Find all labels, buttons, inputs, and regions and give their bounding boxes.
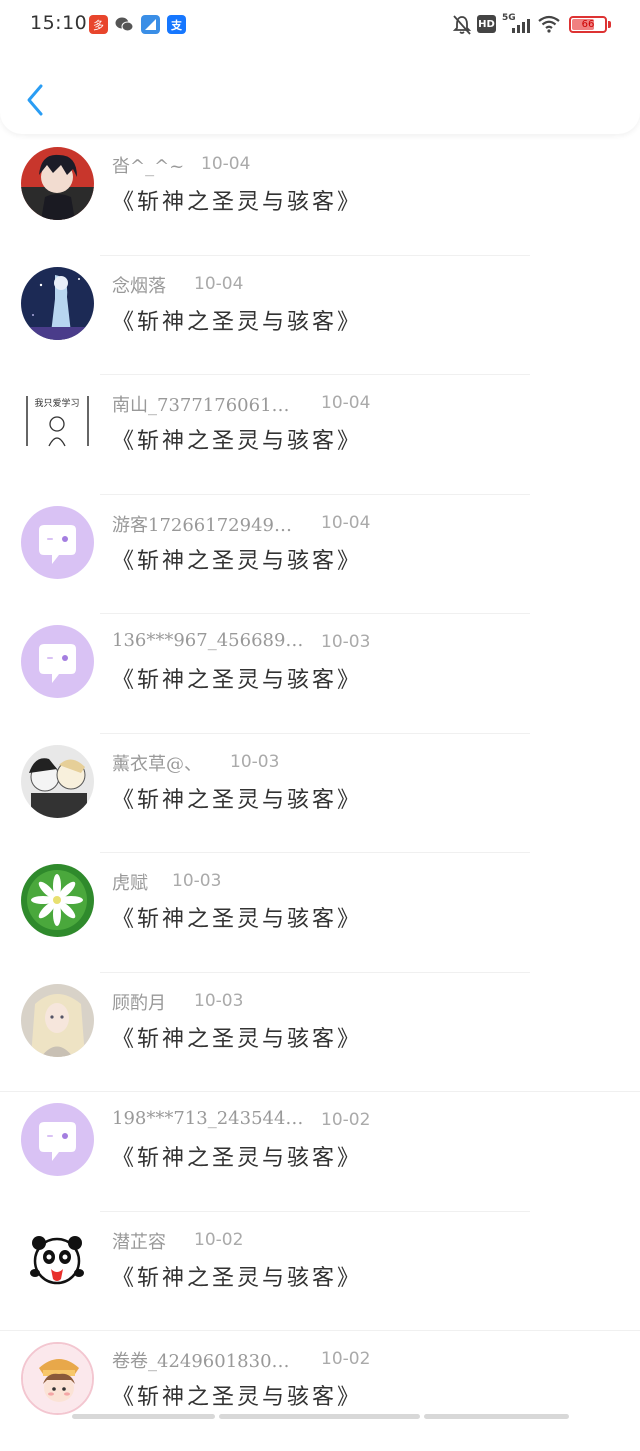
list-item[interactable]: 潜芷容 10-02 《斩神之圣灵与骇客》 [0, 1212, 640, 1331]
header: 15:10 多 支 HD 5G 66 [0, 0, 640, 134]
book-title[interactable]: 《斩神之圣灵与骇客》 [112, 1379, 362, 1411]
chevron-left-icon [27, 84, 43, 116]
book-title[interactable]: 《斩神之圣灵与骇客》 [112, 1260, 362, 1292]
book-title[interactable]: 《斩神之圣灵与骇客》 [112, 543, 362, 575]
bottom-indicator-center [219, 1414, 420, 1419]
commenter-name[interactable]: 潜芷容 [112, 1228, 166, 1254]
comment-date: 10-02 [194, 1229, 244, 1250]
list-item[interactable]: 沓^_^~ 10-04 《斩神之圣灵与骇客》 [0, 136, 640, 256]
status-bar: 15:10 多 支 HD 5G 66 [0, 0, 640, 50]
list-item[interactable]: 薰衣草@、 10-03 《斩神之圣灵与骇客》 [0, 734, 640, 853]
comment-date: 10-03 [172, 871, 222, 891]
mute-bell-icon [452, 14, 472, 36]
battery-level: 66 [581, 19, 595, 30]
comment-date: 10-02 [321, 1110, 371, 1130]
commenter-name[interactable]: 念烟落 [112, 272, 166, 298]
svg-text:我只爱学习: 我只爱学习 [34, 397, 79, 409]
list-item[interactable]: 我只爱学习 南山_7377176061… 10-04 《斩神之圣灵与骇客》 [0, 375, 640, 495]
list-item[interactable]: 游客17266172949… 10-04 《斩神之圣灵与骇客》 [0, 495, 640, 614]
book-title[interactable]: 《斩神之圣灵与骇客》 [112, 901, 362, 933]
comment-date: 10-03 [230, 751, 280, 772]
wechat-icon [115, 15, 134, 34]
default-avatar-icon[interactable] [21, 625, 94, 698]
comment-date: 10-04 [321, 393, 371, 413]
status-time: 15:10 [30, 12, 88, 34]
list-item[interactable]: 卷卷_4249601830… 10-02 《斩神之圣灵与骇客》 [0, 1331, 640, 1451]
default-avatar-icon[interactable] [21, 505, 94, 579]
list-item[interactable]: 136***967_456689… 10-03 《斩神之圣灵与骇客》 [0, 614, 640, 734]
pinduoduo-icon: 多 [89, 15, 108, 34]
comment-date: 10-02 [321, 1349, 371, 1369]
list-item[interactable]: 198***713_243544… 10-02 《斩神之圣灵与骇客》 [0, 1092, 640, 1212]
avatar[interactable] [21, 147, 94, 220]
comment-date: 10-03 [194, 990, 244, 1011]
comment-list: 沓^_^~ 10-04 《斩神之圣灵与骇客》 念烟落 10-04 《斩神之圣灵与… [0, 136, 640, 1451]
book-title[interactable]: 《斩神之圣灵与骇客》 [112, 782, 362, 814]
commenter-name[interactable]: 顾酌月 [112, 989, 166, 1015]
comment-date: 10-03 [321, 632, 371, 652]
avatar[interactable] [21, 1222, 94, 1296]
battery-tip [608, 21, 611, 28]
commenter-name[interactable]: 游客17266172949… [112, 511, 292, 537]
bottom-indicator-right [424, 1414, 569, 1419]
commenter-name[interactable]: 虎赋 [112, 869, 148, 895]
avatar[interactable] [21, 1342, 94, 1415]
book-title[interactable]: 《斩神之圣灵与骇客》 [112, 184, 362, 216]
comment-date: 10-04 [201, 154, 251, 174]
list-item[interactable]: 顾酌月 10-03 《斩神之圣灵与骇客》 [0, 973, 640, 1092]
commenter-name[interactable]: 薰衣草@、 [112, 750, 202, 776]
commenter-name[interactable]: 198***713_243544… [112, 1108, 303, 1129]
default-avatar-icon[interactable] [21, 1103, 94, 1176]
book-title[interactable]: 《斩神之圣灵与骇客》 [112, 423, 362, 455]
bottom-indicator-left [72, 1414, 215, 1419]
commenter-name[interactable]: 136***967_456689… [112, 630, 303, 651]
commenter-name[interactable]: 南山_7377176061… [112, 391, 290, 417]
commenter-name[interactable]: 卷卷_4249601830… [112, 1347, 290, 1373]
app-notification-icon [141, 15, 160, 34]
book-title[interactable]: 《斩神之圣灵与骇客》 [112, 1021, 362, 1053]
comment-date: 10-04 [194, 273, 244, 294]
book-title[interactable]: 《斩神之圣灵与骇客》 [112, 1140, 362, 1172]
list-item[interactable]: 虎赋 10-03 《斩神之圣灵与骇客》 [0, 853, 640, 973]
back-button[interactable] [22, 80, 50, 120]
avatar[interactable]: 我只爱学习 [21, 386, 94, 459]
list-item[interactable]: 念烟落 10-04 《斩神之圣灵与骇客》 [0, 256, 640, 375]
avatar[interactable] [21, 983, 94, 1057]
commenter-name[interactable]: 沓^_^~ [112, 152, 184, 178]
battery-icon: 66 [569, 16, 607, 33]
wifi-icon [538, 15, 560, 37]
book-title[interactable]: 《斩神之圣灵与骇客》 [112, 662, 362, 694]
avatar[interactable] [21, 744, 94, 818]
avatar[interactable] [21, 266, 94, 340]
comment-date: 10-04 [321, 512, 371, 533]
hd-badge: HD [477, 15, 496, 33]
avatar[interactable] [21, 864, 94, 937]
book-title[interactable]: 《斩神之圣灵与骇客》 [112, 304, 362, 336]
alipay-icon: 支 [167, 15, 186, 34]
